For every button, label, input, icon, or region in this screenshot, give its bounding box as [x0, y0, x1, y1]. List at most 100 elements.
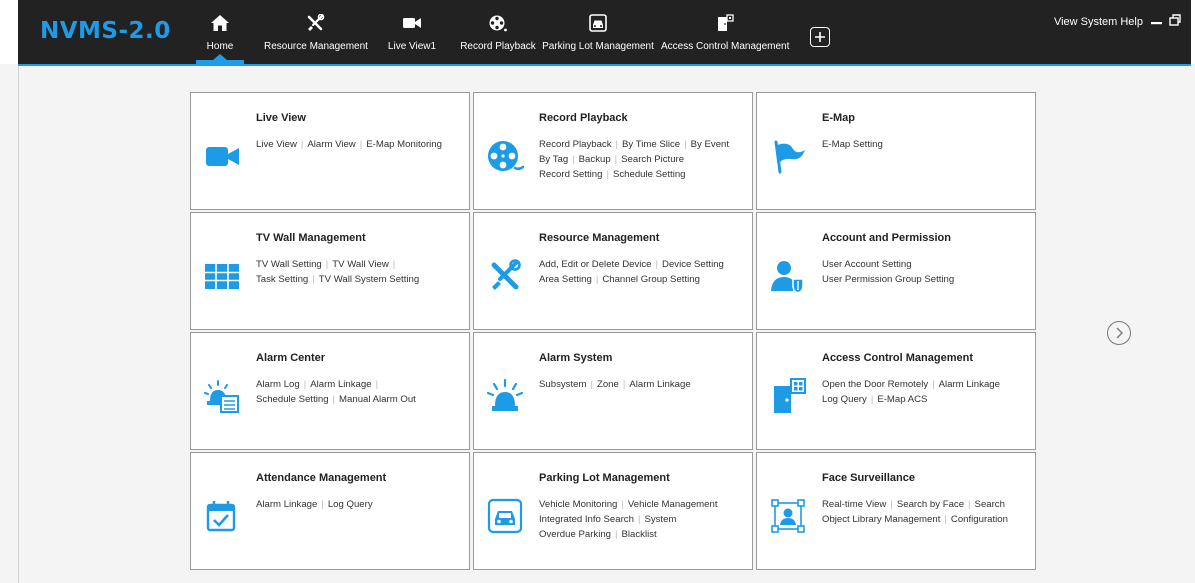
- restore-icon[interactable]: [1169, 14, 1181, 26]
- link-alarm-linkage[interactable]: Alarm Linkage: [939, 379, 1000, 390]
- link-user-permission-group-setting[interactable]: User Permission Group Setting: [822, 274, 954, 285]
- link-live-view[interactable]: Live View: [256, 139, 297, 150]
- user-shield-icon: [771, 261, 804, 294]
- module-card-parking-lot-management[interactable]: Parking Lot Management Vehicle Monitorin…: [473, 452, 753, 570]
- link-real-time-view[interactable]: Real-time View: [822, 499, 886, 510]
- link-object-library-management[interactable]: Object Library Management: [822, 514, 940, 525]
- card-title: Face Surveillance: [822, 472, 915, 484]
- module-card-account-permission[interactable]: Account and Permission User Account Sett…: [756, 212, 1036, 330]
- link-by-time-slice[interactable]: By Time Slice: [622, 139, 680, 150]
- link-task-setting[interactable]: Task Setting: [256, 274, 308, 285]
- link-vehicle-monitoring[interactable]: Vehicle Monitoring: [539, 499, 617, 510]
- calendar-check-icon: [206, 501, 236, 532]
- link-search[interactable]: Search: [975, 499, 1005, 510]
- link-alarm-linkage[interactable]: Alarm Linkage: [629, 379, 690, 390]
- tab-resource-management[interactable]: Resource Management: [258, 0, 374, 64]
- card-title: Account and Permission: [822, 232, 951, 244]
- tab-label: Record Playback: [460, 41, 536, 52]
- card-links: Subsystem | Zone | Alarm Linkage: [539, 379, 691, 390]
- parking-icon: [589, 14, 607, 32]
- card-links: Real-time View | Search by Face | Search Obj…: [822, 499, 1008, 525]
- link-schedule-setting[interactable]: Schedule Setting: [256, 394, 329, 405]
- link-manual-alarm-out[interactable]: Manual Alarm Out: [339, 394, 416, 405]
- link-alarm-linkage[interactable]: Alarm Linkage: [256, 499, 317, 510]
- card-links: Open the Door Remotely | Alarm Linkage Log…: [822, 379, 1000, 405]
- card-links: Record Playback | By Time Slice | By Event B…: [539, 139, 730, 180]
- tab-label: Resource Management: [264, 41, 368, 52]
- face-scan-icon: [771, 499, 805, 533]
- link-search-by-face[interactable]: Search by Face: [897, 499, 964, 510]
- link-alarm-log[interactable]: Alarm Log: [256, 379, 300, 390]
- link-vehicle-management[interactable]: Vehicle Management: [628, 499, 718, 510]
- link-log-query[interactable]: Log Query: [328, 499, 373, 510]
- add-tab-button[interactable]: [810, 27, 830, 47]
- module-card-alarm-system[interactable]: Alarm System Subsystem | Zone | Alarm Linkag…: [473, 332, 753, 450]
- home-content: Live View Live View | Alarm View | E-Map Mon…: [18, 66, 1191, 583]
- tab-parking-lot-management[interactable]: Parking Lot Management: [541, 0, 655, 64]
- link-record-setting[interactable]: Record Setting: [539, 169, 602, 180]
- card-title: Record Playback: [539, 112, 628, 124]
- link-system[interactable]: System: [644, 514, 676, 525]
- alarm-light-icon: [486, 378, 524, 411]
- link-alarm-linkage[interactable]: Alarm Linkage: [310, 379, 371, 390]
- card-title: Access Control Management: [822, 352, 973, 364]
- module-card-tv-wall-management[interactable]: TV Wall Management TV Wall Setting | TV Wa…: [190, 212, 470, 330]
- top-bar: NVMS-2.0 Home Resource Management Live V…: [0, 0, 1195, 64]
- link-search-picture[interactable]: Search Picture: [621, 154, 684, 165]
- card-title: Resource Management: [539, 232, 660, 244]
- module-card-attendance-management[interactable]: Attendance Management Alarm Linkage | Log …: [190, 452, 470, 570]
- link-record-playback[interactable]: Record Playback: [539, 139, 612, 150]
- link-tv-wall-system-setting[interactable]: TV Wall System Setting: [319, 274, 419, 285]
- link-blacklist[interactable]: Blacklist: [622, 529, 657, 540]
- module-card-e-map[interactable]: E-Map E-Map Setting: [756, 92, 1036, 210]
- card-title: TV Wall Management: [256, 232, 366, 244]
- tab-label: Home: [206, 41, 234, 52]
- link-add-edit-delete-device[interactable]: Add, Edit or Delete Device: [539, 259, 652, 270]
- link-configuration[interactable]: Configuration: [951, 514, 1008, 525]
- link-subsystem[interactable]: Subsystem: [539, 379, 586, 390]
- link-user-account-setting[interactable]: User Account Setting: [822, 259, 912, 270]
- link-backup[interactable]: Backup: [579, 154, 611, 165]
- tab-home[interactable]: Home: [196, 0, 244, 64]
- link-zone[interactable]: Zone: [597, 379, 619, 390]
- module-card-alarm-center[interactable]: Alarm Center Alarm Log | Alarm Linkage | Sc…: [190, 332, 470, 450]
- module-card-resource-management[interactable]: Resource Management Add, Edit or Delete …: [473, 212, 753, 330]
- door-access-icon: [774, 378, 806, 413]
- link-e-map-monitoring[interactable]: E-Map Monitoring: [366, 139, 442, 150]
- card-links: Alarm Log | Alarm Linkage | Schedule Settin…: [256, 379, 416, 405]
- card-title: Alarm Center: [256, 352, 326, 364]
- link-by-tag[interactable]: By Tag: [539, 154, 568, 165]
- link-open-door-remotely[interactable]: Open the Door Remotely: [822, 379, 928, 390]
- link-channel-group-setting[interactable]: Channel Group Setting: [602, 274, 700, 285]
- card-links: TV Wall Setting | TV Wall View | Task Setti…: [256, 259, 420, 285]
- tab-live-view1[interactable]: Live View1: [383, 0, 441, 64]
- link-by-event[interactable]: By Event: [691, 139, 729, 150]
- tab-label: Live View1: [387, 41, 437, 52]
- module-card-face-surveillance[interactable]: Face Surveillance Real-time View | Search …: [756, 452, 1036, 570]
- module-card-record-playback[interactable]: Record Playback Record Playback | By Time …: [473, 92, 753, 210]
- link-e-map-setting[interactable]: E-Map Setting: [822, 139, 883, 150]
- module-card-access-control-management[interactable]: Access Control Management Open the Door …: [756, 332, 1036, 450]
- card-title: E-Map: [822, 112, 855, 124]
- link-log-query[interactable]: Log Query: [822, 394, 867, 405]
- link-schedule-setting[interactable]: Schedule Setting: [613, 169, 686, 180]
- film-reel-icon: [489, 15, 507, 32]
- link-tv-wall-setting[interactable]: TV Wall Setting: [256, 259, 322, 270]
- link-tv-wall-view[interactable]: TV Wall View: [332, 259, 389, 270]
- card-title: Alarm System: [539, 352, 613, 364]
- alarm-center-icon: [204, 380, 239, 413]
- link-device-setting[interactable]: Device Setting: [662, 259, 724, 270]
- next-page-button[interactable]: [1107, 321, 1131, 345]
- minimize-icon[interactable]: [1151, 18, 1162, 28]
- view-system-help-link[interactable]: View System Help: [1054, 16, 1143, 28]
- tab-access-control-management[interactable]: Access Control Management: [661, 0, 789, 64]
- link-e-map-acs[interactable]: E-Map ACS: [877, 394, 927, 405]
- film-reel-icon: [488, 141, 524, 171]
- link-overdue-parking[interactable]: Overdue Parking: [539, 529, 611, 540]
- module-card-live-view[interactable]: Live View Live View | Alarm View | E-Map Mon…: [190, 92, 470, 210]
- tab-record-playback[interactable]: Record Playback: [458, 0, 538, 64]
- card-links: Add, Edit or Delete Device | Device Settin…: [539, 259, 724, 285]
- link-alarm-view[interactable]: Alarm View: [307, 139, 355, 150]
- link-integrated-info-search[interactable]: Integrated Info Search: [539, 514, 634, 525]
- link-area-setting[interactable]: Area Setting: [539, 274, 592, 285]
